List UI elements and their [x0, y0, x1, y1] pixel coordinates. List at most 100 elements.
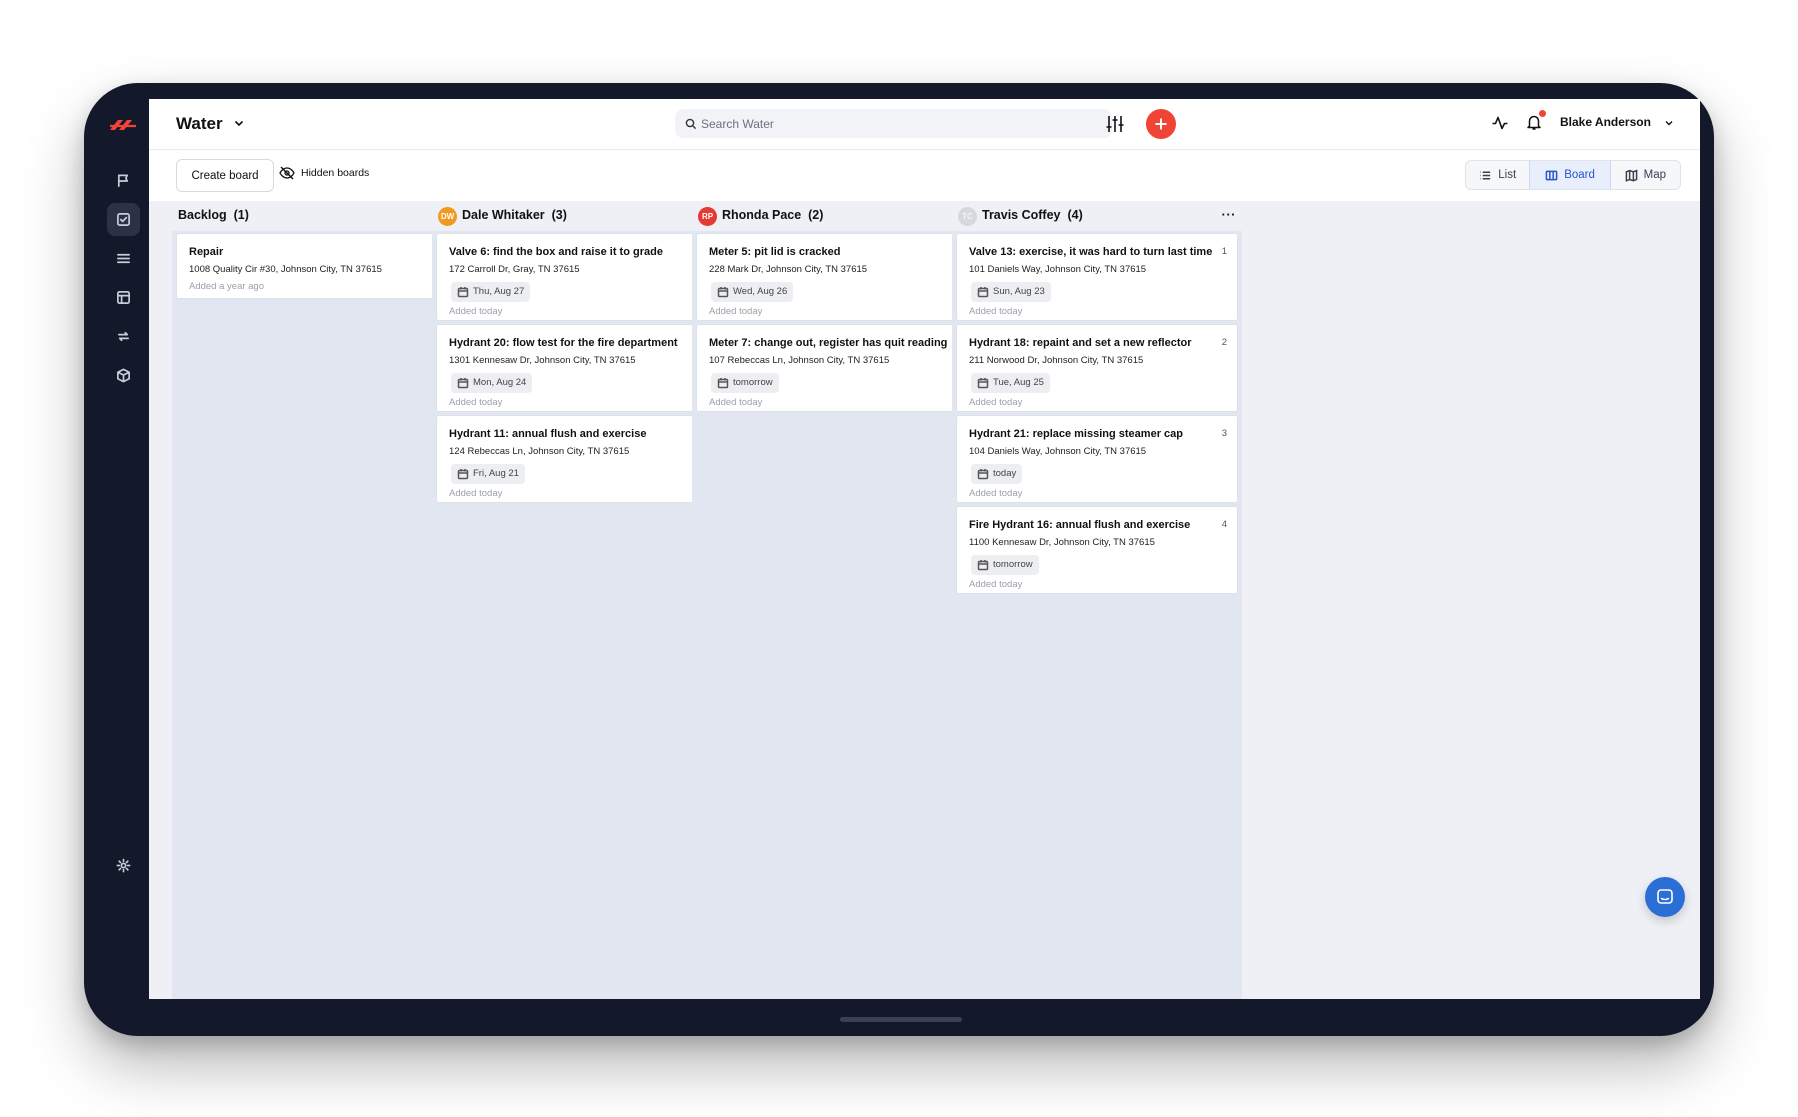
due-date-chip: Wed, Aug 26: [711, 282, 794, 302]
repeat-icon: [117, 331, 130, 342]
due-date-chip: Mon, Aug 24: [451, 373, 533, 393]
task-card[interactable]: Meter 7: change out, register has quit r…: [696, 324, 978, 412]
sidebar-item-flag[interactable]: [107, 164, 140, 197]
card-title: Hydrant 18: repaint and set a new reflec…: [969, 337, 1192, 349]
calendar-icon: [457, 287, 469, 298]
search-input[interactable]: [675, 109, 1112, 138]
column-header: DW Dale Whitaker (3) ···: [432, 201, 722, 231]
chevron-down-icon[interactable]: [232, 116, 246, 130]
column-name: Backlog: [178, 208, 227, 222]
column-body: Meter 5: pit lid is cracked 1 228 Mark D…: [692, 231, 982, 999]
filter-sliders-icon[interactable]: [1104, 113, 1126, 135]
due-date-chip: Sun, Aug 23: [971, 282, 1051, 302]
card-title: Hydrant 21: replace missing steamer cap: [969, 428, 1183, 440]
due-date-chip: today: [971, 464, 1023, 484]
logo-icon: [110, 120, 136, 130]
sidebar-item-assets[interactable]: [107, 359, 140, 392]
view-list-button[interactable]: List: [1466, 161, 1529, 189]
activity-icon[interactable]: [1491, 114, 1509, 132]
calendar-icon: [977, 287, 989, 298]
column-body: Repair 1 1008 Quality Cir #30, Johnson C…: [172, 231, 462, 999]
column-count: (4): [1067, 208, 1083, 222]
calendar-icon: [717, 378, 729, 389]
view-list-label: List: [1498, 169, 1517, 181]
hidden-boards-button[interactable]: Hidden boards: [279, 166, 369, 180]
column-name: Dale Whitaker: [462, 208, 545, 222]
card-address: 1100 Kennesaw Dr, Johnson City, TN 37615: [969, 537, 1155, 548]
column-header: RP Rhonda Pace (2) ···: [692, 201, 982, 231]
task-card[interactable]: Hydrant 20: flow test for the fire depar…: [436, 324, 718, 412]
box-icon: [117, 368, 130, 383]
card-address: 124 Rebeccas Ln, Johnson City, TN 37615: [449, 446, 630, 457]
calendar-icon: [457, 469, 469, 480]
due-date: Sun, Aug 23: [993, 286, 1045, 297]
flag-icon: [117, 174, 129, 187]
column-title: Backlog (1): [178, 208, 249, 222]
card-title: Valve 13: exercise, it was hard to turn …: [969, 246, 1213, 258]
eye-off-icon: [279, 166, 295, 180]
due-date: Fri, Aug 21: [473, 468, 519, 479]
card-title: Repair: [189, 246, 224, 258]
sidebar-item-list[interactable]: [107, 242, 140, 275]
add-button[interactable]: [1146, 109, 1176, 139]
card-added: Added today: [709, 306, 763, 317]
card-added: Added today: [449, 397, 503, 408]
task-card[interactable]: Valve 13: exercise, it was hard to turn …: [956, 233, 1238, 321]
card-address: 211 Norwood Dr, Johnson City, TN 37615: [969, 355, 1144, 366]
sidebar-item-settings[interactable]: [107, 849, 140, 882]
column-more-button[interactable]: ···: [1222, 207, 1237, 222]
task-card[interactable]: Fire Hydrant 16: annual flush and exerci…: [956, 506, 1238, 594]
due-date-chip: Fri, Aug 21: [451, 464, 525, 484]
column-title: Dale Whitaker (3): [462, 208, 567, 222]
sidebar-item-recurring[interactable]: [107, 320, 140, 353]
card-address: 104 Daniels Way, Johnson City, TN 37615: [969, 446, 1147, 457]
due-date: today: [993, 468, 1017, 479]
calendar-icon: [457, 378, 469, 389]
due-date: Wed, Aug 26: [733, 286, 788, 297]
top-bar: Water Blake Anderson: [149, 99, 1700, 150]
card-added: Added today: [709, 397, 763, 408]
card-address: 101 Daniels Way, Johnson City, TN 37615: [969, 264, 1147, 275]
due-date: Thu, Aug 27: [473, 286, 525, 297]
column-name: Rhonda Pace: [722, 208, 802, 222]
view-board-button[interactable]: Board: [1529, 161, 1611, 189]
column-count: (2): [808, 208, 824, 222]
sidebar-item-tasks[interactable]: [107, 203, 140, 236]
view-map-button[interactable]: Map: [1611, 161, 1680, 189]
card-number: 3: [1221, 428, 1227, 439]
column-count: (3): [551, 208, 567, 222]
column-name: Travis Coffey: [982, 208, 1061, 222]
hidden-boards-label: Hidden boards: [301, 167, 370, 179]
view-map-label: Map: [1643, 169, 1667, 181]
card-title: Meter 5: pit lid is cracked: [709, 246, 841, 258]
calendar-icon: [977, 378, 989, 389]
due-date: tomorrow: [993, 559, 1033, 570]
gear-icon: [116, 858, 131, 873]
card-title: Valve 6: find the box and raise it to gr…: [449, 246, 663, 258]
task-card[interactable]: Repair 1 1008 Quality Cir #30, Johnson C…: [176, 233, 458, 299]
home-indicator: [840, 1017, 962, 1022]
chat-button[interactable]: [1645, 877, 1685, 917]
chevron-down-icon[interactable]: [1663, 117, 1675, 129]
card-added: Added a year ago: [189, 281, 265, 292]
column-title: Rhonda Pace (2): [722, 208, 823, 222]
card-title: Meter 7: change out, register has quit r…: [709, 337, 948, 349]
sidebar-item-table[interactable]: [107, 281, 140, 314]
due-date: Mon, Aug 24: [473, 377, 527, 388]
column-body: Valve 6: find the box and raise it to gr…: [432, 231, 722, 999]
workspace-title[interactable]: Water: [176, 114, 223, 134]
task-card[interactable]: Meter 5: pit lid is cracked 1 228 Mark D…: [696, 233, 978, 321]
chat-icon: [1657, 889, 1673, 904]
app-screen: Water Blake Anderson Create board Hidden…: [149, 99, 1700, 999]
task-card[interactable]: Hydrant 11: annual flush and exercise 3 …: [436, 415, 718, 503]
board-columns-icon: [1545, 170, 1558, 180]
task-card[interactable]: Hydrant 18: repaint and set a new reflec…: [956, 324, 1238, 412]
task-card[interactable]: Valve 6: find the box and raise it to gr…: [436, 233, 718, 321]
search-icon: [685, 118, 697, 130]
user-menu-name[interactable]: Blake Anderson: [1560, 115, 1651, 129]
card-added: Added today: [969, 397, 1023, 408]
task-card[interactable]: Hydrant 21: replace missing steamer cap …: [956, 415, 1238, 503]
card-address: 107 Rebeccas Ln, Johnson City, TN 37615: [709, 355, 890, 366]
sidebar: [84, 99, 149, 999]
create-board-button[interactable]: Create board: [176, 159, 274, 192]
